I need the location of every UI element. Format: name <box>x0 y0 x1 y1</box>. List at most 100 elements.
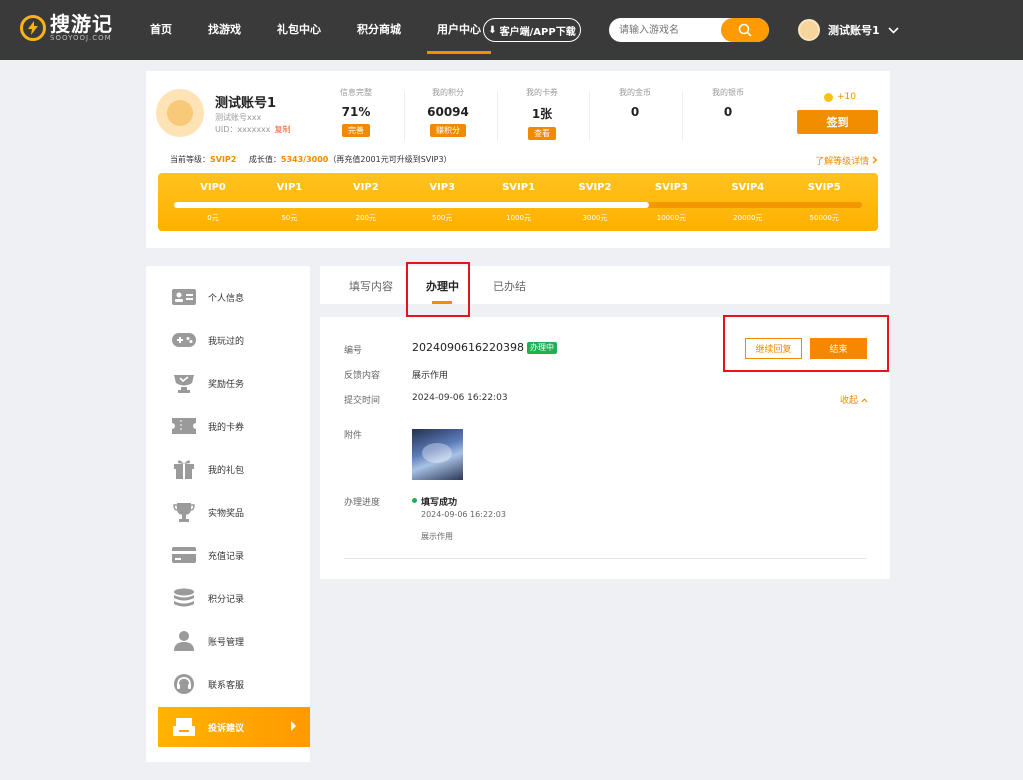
vip-level-name: VIP3 <box>429 182 456 193</box>
search-icon <box>738 23 752 37</box>
coin-icon <box>824 92 833 102</box>
tab-completed[interactable]: 已办结 <box>493 278 526 294</box>
credit-card-icon <box>171 544 197 566</box>
sidebar-item-my-gifts[interactable]: 我的礼包 <box>158 449 310 489</box>
vip-level-name: SVIP2 <box>578 182 612 193</box>
feedback-label: 反馈内容 <box>344 371 381 381</box>
stat-my-points: 我的积分 60094 赚积分 <box>427 88 469 137</box>
complaint-id: 2024090616220398 办理中 <box>412 341 557 354</box>
search-input[interactable] <box>609 18 724 42</box>
attachment-label: 附件 <box>344 431 363 441</box>
nav-gift-center[interactable]: 礼包中心 <box>267 0 331 60</box>
user-menu-name: 测试账号1 <box>828 24 880 37</box>
sidebar-item-recharge-records[interactable]: 充值记录 <box>158 535 310 575</box>
sidebar-item-personal-info[interactable]: 个人信息 <box>158 277 310 317</box>
search-button[interactable] <box>721 18 769 42</box>
site-logo[interactable]: 搜游记 SOOYOOJ.COM <box>20 14 113 42</box>
trophy-badge-icon <box>171 372 197 394</box>
vip-level-name: VIP1 <box>276 182 303 193</box>
vip-level-amount: 500元 <box>432 214 453 222</box>
progress-title: 填写成功 <box>421 498 458 508</box>
ticket-icon <box>171 415 197 437</box>
attachment-thumbnail[interactable] <box>412 429 463 480</box>
download-icon: ⬇ <box>488 24 497 36</box>
nav-find-games[interactable]: 找游戏 <box>198 0 251 60</box>
id-card-icon <box>171 286 197 308</box>
vip-level-name: VIP0 <box>200 182 226 193</box>
vip-level-amount: 1000元 <box>506 214 531 222</box>
vip-level-amount: 10000元 <box>656 214 687 222</box>
signin-reward: +10 <box>824 92 856 102</box>
sidebar-item-complaints[interactable]: 投诉建议 <box>158 707 310 747</box>
signin-button[interactable]: 签到 <box>797 110 878 134</box>
progress-status-dot <box>412 498 417 503</box>
tab-highlight-box <box>406 262 470 317</box>
sidebar-item-played-games[interactable]: 我玩过的 <box>158 320 310 360</box>
view-coupons-button[interactable]: 查看 <box>528 127 556 140</box>
vip-level-amount: 50000元 <box>809 214 839 222</box>
user-icon <box>171 630 197 652</box>
vip-level-amount: 50元 <box>281 214 298 222</box>
stat-my-coupons: 我的卡券 1张 查看 <box>526 88 558 140</box>
collapse-toggle[interactable]: 收起 <box>840 393 868 406</box>
complaint-id-value: 2024090616220398 <box>412 341 524 354</box>
vip-level-name: VIP2 <box>352 182 379 193</box>
vip-level-amount: 20000元 <box>733 214 763 222</box>
vip-progress-track <box>174 202 862 208</box>
buttons-highlight-box <box>723 315 889 372</box>
vip-level-name: SVIP1 <box>502 182 536 193</box>
top-navigation-bar: 搜游记 SOOYOOJ.COM 首页 找游戏 礼包中心 积分商城 用户中心 ⬇ … <box>0 0 1023 60</box>
feedback-value: 展示作用 <box>412 371 449 381</box>
gift-icon <box>171 458 197 480</box>
progress-note: 展示作用 <box>421 532 453 541</box>
headset-icon <box>171 673 197 695</box>
main-nav: 首页 找游戏 礼包中心 积分商城 用户中心 <box>140 0 507 60</box>
submit-time-label: 提交时间 <box>344 396 381 406</box>
coins-stack-icon <box>171 587 197 609</box>
nav-user-center[interactable]: 用户中心 <box>427 0 491 60</box>
id-label: 编号 <box>344 346 363 356</box>
stat-silver-coins: 我的银币 0 <box>712 88 744 119</box>
level-info: 当前等级：SVIP2 成长值：5343/3000（再充值2001元可升级到SVI… <box>170 155 452 164</box>
nav-home[interactable]: 首页 <box>140 0 182 60</box>
profile-avatar <box>156 89 204 137</box>
user-menu[interactable]: 测试账号1 <box>798 19 899 41</box>
inbox-icon <box>171 716 197 738</box>
vip-level-amount: 200元 <box>355 214 376 222</box>
sidebar-item-customer-service[interactable]: 联系客服 <box>158 664 310 704</box>
gamepad-icon <box>171 329 197 351</box>
level-detail-link[interactable]: 了解等级详情 <box>815 154 878 167</box>
divider <box>344 558 866 559</box>
vip-level-name: SVIP3 <box>654 182 688 193</box>
complete-info-button[interactable]: 完善 <box>342 124 370 137</box>
status-badge: 办理中 <box>526 342 557 354</box>
profile-uid: UID：xxxxxxx 复制 <box>215 125 291 134</box>
copy-uid-link[interactable]: 复制 <box>275 125 291 134</box>
stat-info-complete: 信息完整 71% 完善 <box>340 88 372 137</box>
chevron-right-icon <box>872 156 878 164</box>
nav-points-mall[interactable]: 积分商城 <box>347 0 411 60</box>
growth-value: 5343/3000 <box>280 155 329 164</box>
chevron-up-icon <box>861 398 868 403</box>
sidebar-item-my-coupons[interactable]: 我的卡券 <box>158 406 310 446</box>
progress-label: 办理进度 <box>344 498 381 508</box>
app-download-button[interactable]: ⬇ 客户端/APP下载 <box>483 18 581 42</box>
uid-value: xxxxxxx <box>237 125 271 134</box>
sidebar-item-reward-tasks[interactable]: 奖励任务 <box>158 363 310 403</box>
profile-name: 测试账号1 <box>215 96 277 111</box>
vip-level-name: SVIP5 <box>807 182 841 193</box>
app-download-label: 客户端/APP下载 <box>499 26 576 38</box>
sidebar-item-physical-prizes[interactable]: 实物奖品 <box>158 492 310 532</box>
caret-right-icon <box>291 721 296 731</box>
brand-domain: SOOYOOJ.COM <box>50 34 112 42</box>
tab-fill-content[interactable]: 填写内容 <box>349 278 393 294</box>
earn-points-button[interactable]: 赚积分 <box>430 124 466 137</box>
lightning-logo-icon <box>20 15 46 41</box>
sidebar-item-account-management[interactable]: 账号管理 <box>158 621 310 661</box>
sidebar-item-points-records[interactable]: 积分记录 <box>158 578 310 618</box>
vip-level-name: SVIP4 <box>731 182 765 193</box>
current-level: SVIP2 <box>210 155 237 164</box>
brand-name: 搜游记 <box>50 12 113 36</box>
stat-gold-coins: 我的金币 0 <box>619 88 651 119</box>
game-search <box>609 18 769 42</box>
